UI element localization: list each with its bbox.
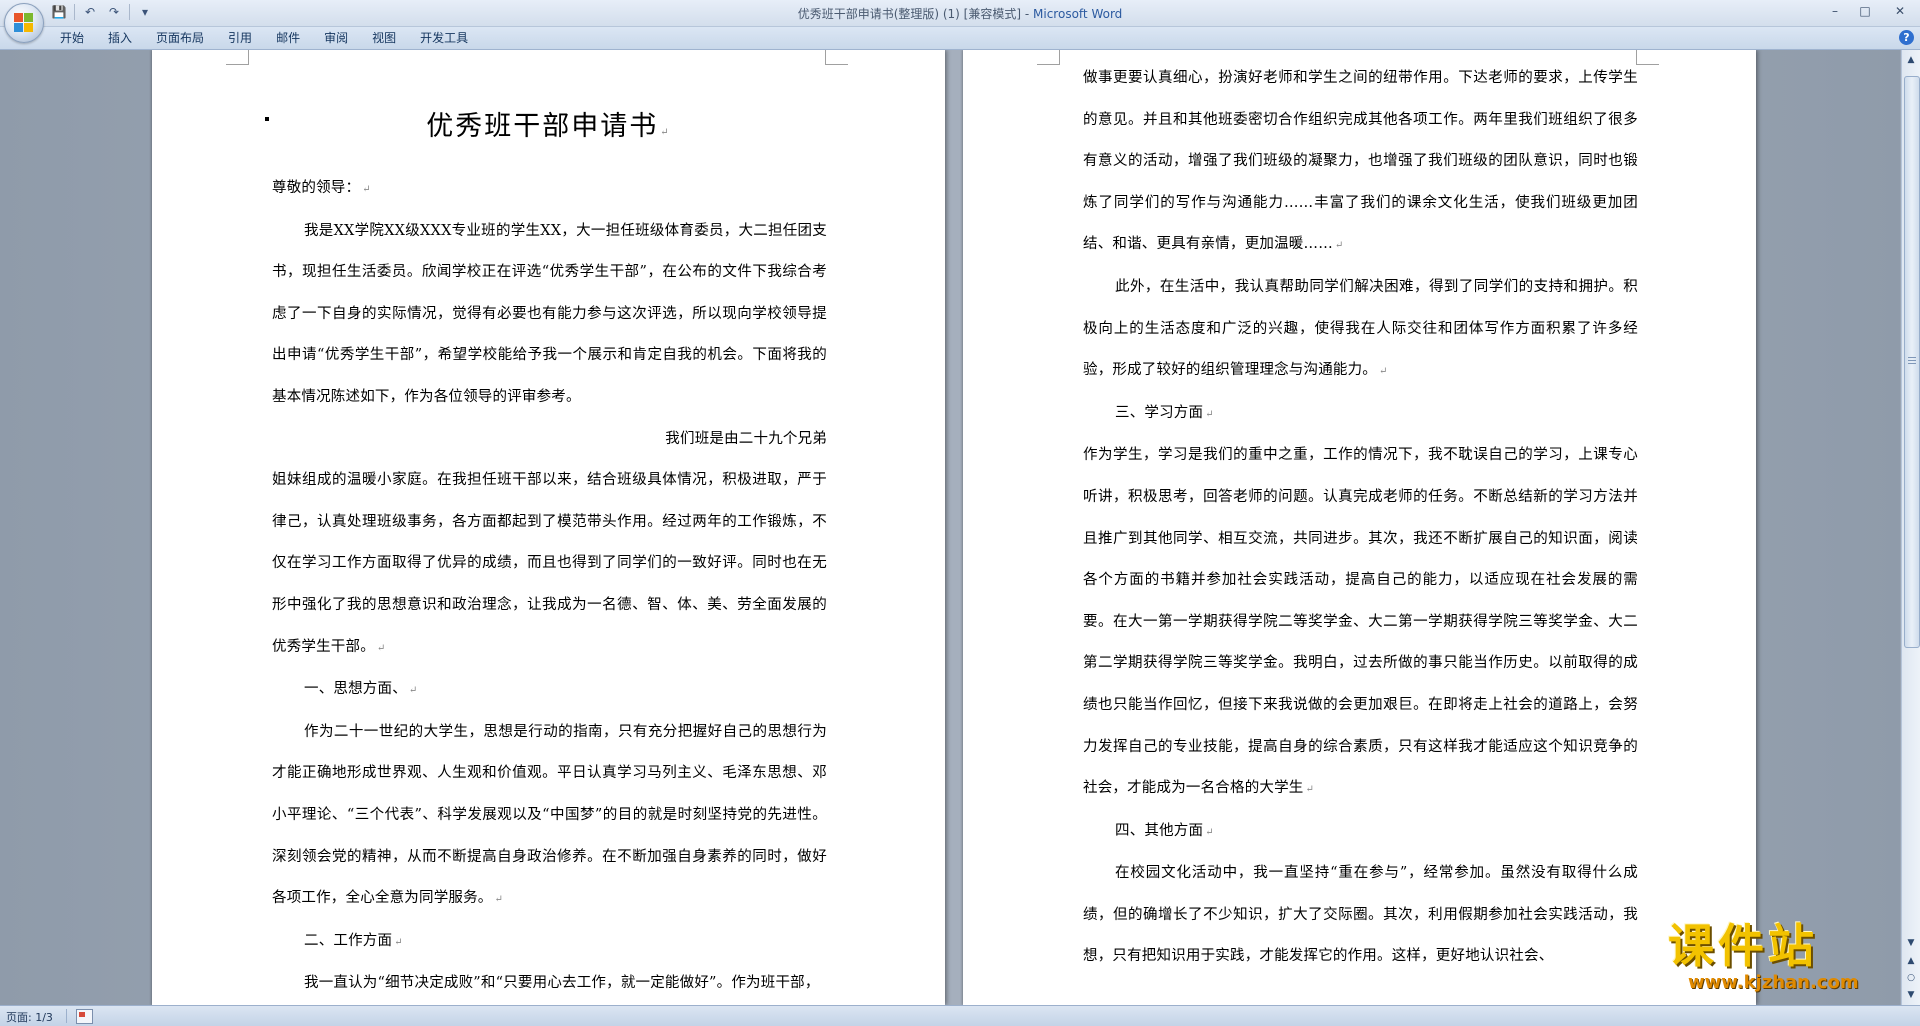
crop-mark — [1037, 50, 1060, 65]
paragraph-mark: ↵ — [1205, 826, 1214, 838]
window-title: 优秀班干部申请书(整理版) (1) [兼容模式] - Microsoft Wor… — [0, 5, 1920, 22]
watermark-url: www.kjzhan.com — [1688, 972, 1859, 993]
paragraph-text: 三、学习方面 — [1115, 404, 1204, 421]
paragraph-text: 我们班是由二十九个兄弟 — [665, 430, 827, 447]
proofing-icon[interactable] — [76, 1009, 93, 1024]
crop-mark — [1636, 50, 1659, 65]
paragraph-text: 作为学生，学习是我们的重中之重，工作的情况下，我不耽误自己的学习，上课专心听讲，… — [1083, 447, 1638, 797]
paragraph: 二、工作方面 ↵ — [272, 921, 827, 964]
tab-references[interactable]: 引用 — [216, 27, 264, 49]
paragraph-text: 在校园文化活动中，我一直坚持“重在参与”，经常参加。虽然没有取得什么成绩，但的确… — [1083, 865, 1638, 965]
save-icon[interactable]: 💾 — [50, 3, 68, 21]
minimize-button[interactable]: – — [1820, 0, 1850, 22]
paragraph: 三、学习方面 ↵ — [1083, 393, 1638, 436]
status-bar: 页面: 1/3 — [0, 1005, 1920, 1026]
office-button[interactable] — [4, 3, 44, 43]
close-button[interactable]: ✕ — [1880, 0, 1920, 22]
paragraph: 四、其他方面 ↵ — [1083, 811, 1638, 854]
tab-mailings[interactable]: 邮件 — [264, 27, 312, 49]
paragraph: 我是XX学院XX级XXX专业班的学生XX，大一担任班级体育委员，大二担任团支书，… — [272, 211, 827, 419]
paragraph-mark: ↵ — [1205, 408, 1214, 420]
paragraph: 我们班是由二十九个兄弟 — [272, 419, 827, 461]
paragraph-mark: ↵ — [362, 184, 371, 195]
tab-insert[interactable]: 插入 — [96, 27, 144, 49]
document-heading: 优秀班干部申请书 ↵ — [152, 104, 945, 143]
qat-separator — [129, 4, 130, 20]
customize-qat-icon[interactable]: ▾ — [136, 3, 154, 21]
paragraph: 此外，在生活中，我认真帮助同学们解决困难，得到了同学们的支持和拥护。积极向上的生… — [1083, 267, 1638, 393]
paragraph-text: 一、思想方面、 — [304, 681, 407, 698]
tab-review[interactable]: 审阅 — [312, 27, 360, 49]
redo-icon[interactable]: ↷ — [105, 3, 123, 21]
tab-home[interactable]: 开始 — [48, 27, 96, 49]
paragraph: 我一直认为“细节决定成败”和“只要用心去工作，就一定能做好”。作为班干部， — [272, 963, 827, 1005]
site-watermark: 课件站 www.kjzhan.com — [1668, 920, 1908, 1000]
paragraph-mark: ↵ — [1305, 784, 1315, 796]
help-icon[interactable]: ? — [1899, 30, 1914, 45]
crop-mark — [825, 50, 848, 65]
tab-developer[interactable]: 开发工具 — [408, 27, 480, 49]
paragraph: 作为二十一世纪的大学生，思想是行动的指南，只有充分把握好自己的思想行为才能正确地… — [272, 712, 827, 921]
scroll-up-icon[interactable]: ▲ — [1903, 52, 1919, 68]
paragraph-mark: ↵ — [494, 894, 504, 906]
document-title: 优秀班干部申请书(整理版) (1) [兼容模式] - — [797, 7, 1034, 21]
paragraph-text: 作为二十一世纪的大学生，思想是行动的指南，只有充分把握好自己的思想行为才能正确地… — [272, 723, 827, 907]
crop-mark — [226, 50, 249, 65]
page-count-indicator[interactable]: 页面: 1/3 — [6, 1009, 53, 1025]
paragraph: 作为学生，学习是我们的重中之重，工作的情况下，我不耽误自己的学习，上课专心听讲，… — [1083, 435, 1638, 810]
page-1-body: 尊敬的领导： ↵ 我是XX学院XX级XXX专业班的学生XX，大一担任班级体育委员，… — [272, 168, 827, 1005]
qat-separator — [74, 4, 75, 20]
undo-icon[interactable]: ↶ — [81, 3, 99, 21]
paragraph-text: 尊敬的领导： — [272, 180, 361, 196]
paragraph: 做事更要认真细心，扮演好老师和学生之间的纽带作用。下达老师的要求，上传学生的意见… — [1083, 58, 1638, 267]
vertical-scrollbar[interactable]: ▲ ▼ ▲ ○ ▼ — [1901, 50, 1920, 1005]
paragraph-mark: ↵ — [394, 936, 403, 948]
watermark-logo-text: 课件站 — [1668, 919, 1818, 973]
page-2-body: 做事更要认真细心，扮演好老师和学生之间的纽带作用。下达老师的要求，上传学生的意见… — [1083, 58, 1638, 978]
document-page-2[interactable]: 做事更要认真细心，扮演好老师和学生之间的纽带作用。下达老师的要求，上传学生的意见… — [963, 50, 1756, 1005]
app-name: Microsoft Word — [1033, 7, 1123, 21]
tab-page-layout[interactable]: 页面布局 — [144, 27, 216, 49]
paragraph: 姐妹组成的温暖小家庭。在我担任班干部以来，结合班级具体情况，积极进取，严于律己，… — [272, 460, 827, 669]
paragraph-mark: ↵ — [660, 127, 671, 138]
paragraph-mark: ↵ — [1379, 366, 1388, 378]
paragraph-mark: ↵ — [408, 685, 418, 697]
scroll-grip — [1908, 357, 1916, 358]
paragraph-text: 姐妹组成的温暖小家庭。在我担任班干部以来，结合班级具体情况，积极进取，严于律己，… — [272, 472, 827, 655]
paragraph-text: 我一直认为“细节决定成败”和“只要用心去工作，就一定能做好”。作为班干部， — [304, 975, 820, 992]
paragraph-text: 做事更要认真细心，扮演好老师和学生之间的纽带作用。下达老师的要求，上传学生的意见… — [1083, 70, 1638, 253]
maximize-button[interactable]: □ — [1850, 0, 1880, 22]
quick-access-toolbar: 💾 ↶ ↷ ▾ — [50, 3, 154, 21]
document-heading-text: 优秀班干部申请书 — [426, 111, 659, 142]
paragraph-mark: ↵ — [376, 642, 386, 654]
scroll-thumb[interactable] — [1904, 76, 1920, 648]
paragraph-text: 我是XX学院XX级XXX专业班的学生XX，大一担任班级体育委员，大二担任团支书，… — [272, 222, 827, 405]
paragraph: 在校园文化活动中，我一直坚持“重在参与”，经常参加。虽然没有取得什么成绩，但的确… — [1083, 853, 1638, 978]
title-bar: 💾 ↶ ↷ ▾ 优秀班干部申请书(整理版) (1) [兼容模式] - Micro… — [0, 0, 1920, 43]
paragraph-mark: ↵ — [1334, 240, 1344, 252]
ribbon-tab-strip: 开始 插入 页面布局 引用 邮件 审阅 视图 开发工具 ? — [0, 27, 1920, 50]
paragraph-text: 此外，在生活中，我认真帮助同学们解决困难，得到了同学们的支持和拥护。积极向上的生… — [1083, 278, 1638, 379]
paragraph: 尊敬的领导： ↵ — [272, 168, 827, 211]
window-controls: – □ ✕ — [1820, 0, 1920, 22]
paragraph-text: 四、其他方面 — [1115, 822, 1204, 839]
paragraph-text: 二、工作方面 — [304, 932, 393, 949]
document-page-1[interactable]: 优秀班干部申请书 ↵ 尊敬的领导： ↵ 我是XX学院XX级XXX专业班的学生XX，大… — [152, 50, 945, 1005]
office-logo-icon — [14, 13, 34, 33]
status-separator — [66, 1009, 67, 1023]
ribbon-tabs: 开始 插入 页面布局 引用 邮件 审阅 视图 开发工具 — [48, 27, 480, 49]
document-workspace[interactable]: 优秀班干部申请书 ↵ 尊敬的领导： ↵ 我是XX学院XX级XXX专业班的学生XX，大… — [0, 50, 1900, 1005]
tab-view[interactable]: 视图 — [360, 27, 408, 49]
paragraph: 一、思想方面、 ↵ — [272, 669, 827, 712]
